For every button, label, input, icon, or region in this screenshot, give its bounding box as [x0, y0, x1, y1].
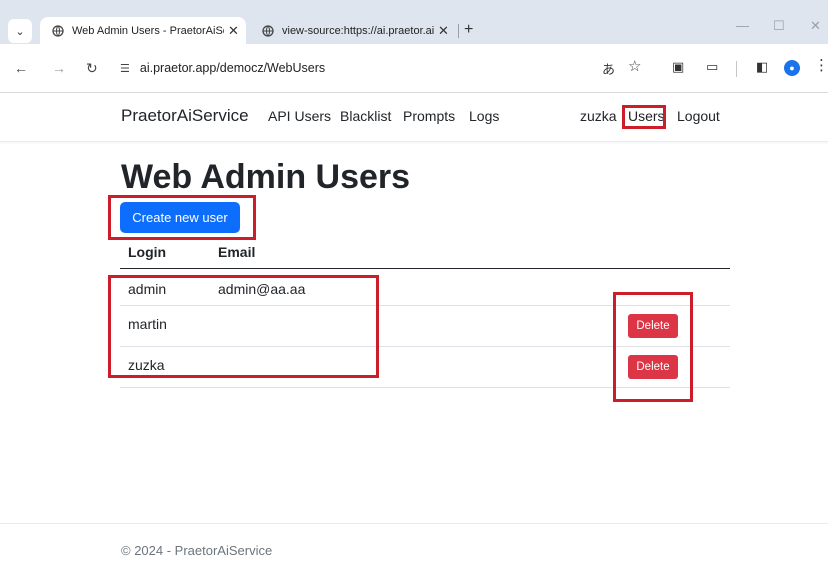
toolbar-divider	[736, 61, 737, 77]
column-header-login: Login	[128, 244, 167, 260]
back-arrow-icon[interactable]: ←	[14, 60, 28, 76]
browser-toolbar: ← → ↻ ☰ ai.praetor.app/democz/WebUsers あ…	[0, 44, 828, 93]
site-navbar: PraetorAiService API Users Blacklist Pro…	[0, 93, 828, 142]
table-header-divider	[120, 268, 730, 269]
tab-web-admin-users[interactable]: Web Admin Users - PraetorAiSe ✕	[40, 17, 246, 44]
translate-icon[interactable]: あ	[602, 59, 615, 78]
side-panel-icon[interactable]: ◧	[756, 59, 768, 75]
globe-icon	[262, 24, 274, 37]
tab-title: Web Admin Users - PraetorAiSe	[72, 24, 224, 37]
browser-tab-strip: ⌄ Web Admin Users - PraetorAiSe ✕ view-s…	[0, 0, 828, 44]
url-text[interactable]: ai.praetor.app/democz/WebUsers	[140, 61, 325, 75]
nav-blacklist[interactable]: Blacklist	[340, 108, 391, 124]
page-title: Web Admin Users	[121, 158, 411, 196]
chevron-down-icon[interactable]: ⌄	[8, 19, 32, 43]
star-icon[interactable]: ☆	[628, 57, 641, 75]
profile-icon[interactable]: ●	[784, 60, 800, 76]
globe-icon	[52, 24, 64, 37]
puzzle-icon[interactable]: ▭	[706, 59, 718, 75]
tab-view-source[interactable]: view-source:https://ai.praetor.ai ✕	[250, 17, 458, 44]
users-list-highlight-box	[108, 275, 379, 378]
minimize-icon[interactable]: —	[736, 18, 749, 33]
close-icon[interactable]: ✕	[438, 23, 449, 39]
close-window-icon[interactable]: ✕	[810, 18, 821, 34]
tab-separator	[458, 24, 459, 38]
footer-copyright: © 2024 - PraetorAiService	[121, 543, 273, 558]
address-bar[interactable]: ☰ ai.praetor.app/democz/WebUsers	[112, 53, 640, 83]
maximize-icon[interactable]: ☐	[773, 18, 785, 34]
reload-icon[interactable]: ↻	[86, 60, 98, 77]
column-header-email: Email	[218, 244, 256, 260]
kebab-menu-icon[interactable]: ⋮	[814, 56, 828, 74]
selenium-extension-icon[interactable]: ▣	[672, 59, 684, 75]
nav-logout[interactable]: Logout	[677, 108, 720, 124]
tune-icon[interactable]: ☰	[120, 62, 130, 75]
users-highlight-box	[622, 105, 666, 129]
nav-logs[interactable]: Logs	[469, 108, 499, 124]
create-new-user-button[interactable]: Create new user	[120, 202, 240, 233]
current-user[interactable]: zuzka	[580, 108, 617, 124]
plus-icon[interactable]: +	[464, 21, 473, 39]
nav-prompts[interactable]: Prompts	[403, 108, 455, 124]
nav-api-users[interactable]: API Users	[268, 108, 331, 124]
forward-arrow-icon[interactable]: →	[52, 60, 66, 76]
delete-buttons-highlight-box	[613, 292, 693, 402]
footer-divider	[0, 523, 828, 524]
brand-link[interactable]: PraetorAiService	[121, 106, 249, 126]
close-icon[interactable]: ✕	[228, 23, 239, 39]
tab-title: view-source:https://ai.praetor.ai	[282, 24, 434, 37]
